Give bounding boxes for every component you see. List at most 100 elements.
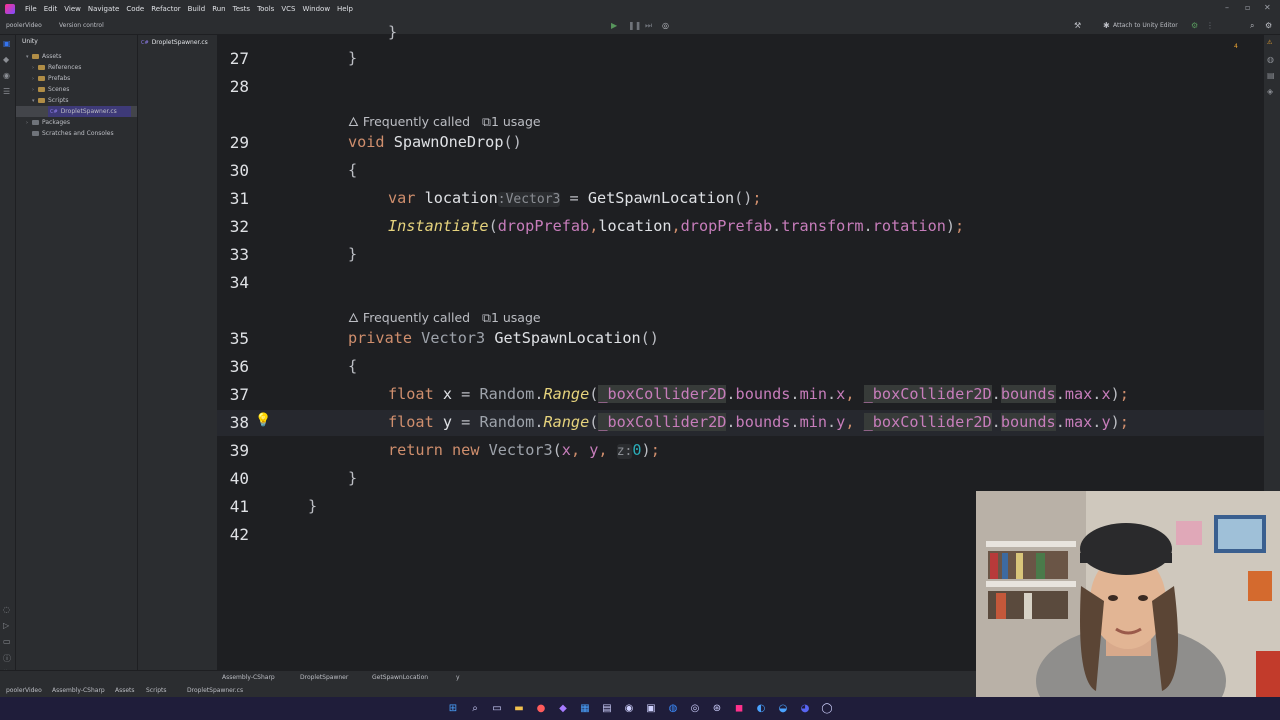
tree-item-scenes[interactable]: › Scenes: [16, 84, 137, 95]
menu-tools[interactable]: Tools: [257, 5, 274, 13]
warning-icon[interactable]: ⚠: [1267, 39, 1272, 46]
terminal-icon[interactable]: ▣: [645, 703, 657, 715]
menu-vcs[interactable]: VCS: [281, 5, 295, 13]
breadcrumb-method[interactable]: GetSpawnLocation: [372, 674, 428, 681]
attach-unity-button[interactable]: Attach to Unity Editor: [1113, 22, 1178, 29]
code-line-37: float x = Random.Range(_boxCollider2D.bo…: [388, 385, 1129, 403]
structure-tool-icon[interactable]: ☰: [3, 87, 10, 96]
unity-icon[interactable]: ◎: [662, 21, 669, 30]
tree-item-references[interactable]: › References: [16, 62, 137, 73]
folder-icon: [38, 65, 45, 70]
tree-item-packages[interactable]: › Packages: [16, 117, 137, 128]
path-file[interactable]: DropletSpawner.cs: [187, 687, 243, 694]
tree-item-prefabs[interactable]: › Prefabs: [16, 73, 137, 84]
project-panel: Unity ▾ Assets › References › Prefabs › Scen…: [16, 35, 137, 685]
services-tool-icon[interactable]: ◌: [3, 605, 10, 614]
rider-icon[interactable]: ◼: [733, 703, 745, 715]
flame-icon: 🜂: [348, 310, 359, 325]
discord-icon[interactable]: ◕: [799, 703, 811, 715]
menu-navigate[interactable]: Navigate: [88, 5, 119, 13]
path-scripts[interactable]: Scripts: [146, 687, 167, 694]
menu-help[interactable]: Help: [337, 5, 353, 13]
inlay-hint-35[interactable]: 🜂 Frequently called ⧉1 usage: [348, 304, 541, 330]
database-icon[interactable]: ▤: [1267, 71, 1275, 80]
hammer-icon[interactable]: ⚒: [1074, 21, 1081, 30]
flame-icon: 🜂: [348, 114, 359, 129]
project-panel-title[interactable]: Unity: [16, 35, 137, 49]
tab-dropletspawner[interactable]: C# DropletSpawner.cs: [141, 37, 208, 48]
debug-icon[interactable]: ✱: [1103, 21, 1110, 30]
search-icon[interactable]: ⌕: [1250, 21, 1254, 31]
obs-icon[interactable]: ◉: [623, 703, 635, 715]
tree-item-assets[interactable]: ▾ Assets: [16, 51, 137, 62]
warning-count[interactable]: 4: [1234, 43, 1238, 50]
project-tool-icon[interactable]: ▣: [3, 39, 11, 48]
line-number: 42: [229, 525, 249, 544]
line-number: 28: [229, 77, 249, 96]
tree-item-scratches[interactable]: Scratches and Consoles: [16, 128, 137, 139]
ai-assistant-icon[interactable]: ◈: [1267, 87, 1273, 96]
bug-icon[interactable]: ⚙: [1191, 21, 1198, 30]
more-icon[interactable]: ⋮: [1206, 21, 1214, 30]
notifications-icon[interactable]: ◍: [1267, 55, 1274, 64]
run-icon[interactable]: ▶: [611, 21, 617, 30]
tree-item-scripts[interactable]: ▾ Scripts: [16, 95, 137, 106]
line-number: 32: [229, 217, 249, 236]
tree-item-dropletspawner[interactable]: C# DropletSpawner.cs: [16, 106, 137, 117]
unity-explorer-icon[interactable]: ◉: [3, 71, 10, 80]
line-number: 39: [229, 441, 249, 460]
pause-icon[interactable]: ❚❚: [628, 21, 641, 30]
notepad-icon[interactable]: ▤: [601, 703, 613, 715]
windows-start-icon[interactable]: ⊞: [447, 703, 459, 715]
browser-icon[interactable]: ●: [535, 703, 547, 715]
unity-hub-icon[interactable]: ◎: [689, 703, 701, 715]
edge-icon[interactable]: ◐: [755, 703, 767, 715]
step-icon[interactable]: ⏭: [645, 21, 652, 31]
restore-icon[interactable]: ▫: [1245, 3, 1250, 12]
breadcrumb-variable[interactable]: y: [456, 674, 460, 681]
menu-code[interactable]: Code: [126, 5, 144, 13]
visual-studio-icon[interactable]: ◆: [557, 703, 569, 715]
settings-icon[interactable]: ⚙: [1265, 21, 1272, 30]
menu-window[interactable]: Window: [302, 5, 330, 13]
line-number: 35: [229, 329, 249, 348]
problems-tool-icon[interactable]: ⓘ: [3, 653, 11, 664]
menu-refactor[interactable]: Refactor: [151, 5, 180, 13]
path-project[interactable]: poolerVideo: [6, 687, 42, 694]
terminal-tool-icon[interactable]: ▭: [3, 637, 11, 646]
project-switcher[interactable]: poolerVideo: [6, 22, 42, 29]
steam-icon[interactable]: ⊛: [711, 703, 723, 715]
code-line-31: var location:Vector3 = GetSpawnLocation(…: [388, 189, 762, 207]
code-line-33: }: [348, 245, 358, 263]
menu-tests[interactable]: Tests: [233, 5, 250, 13]
breadcrumb-class[interactable]: DropletSpawner: [300, 674, 348, 681]
commit-tool-icon[interactable]: ◆: [3, 55, 9, 64]
path-assets[interactable]: Assets: [115, 687, 135, 694]
minimize-icon[interactable]: –: [1225, 3, 1229, 12]
run-tool-icon[interactable]: ▷: [3, 621, 9, 630]
line-number: 36: [229, 357, 249, 376]
menu-view[interactable]: View: [64, 5, 81, 13]
lightbulb-icon[interactable]: 💡: [255, 413, 271, 428]
rider-logo-icon[interactable]: [5, 3, 15, 14]
calendar-icon[interactable]: ▦: [579, 703, 591, 715]
close-icon[interactable]: ✕: [1264, 3, 1271, 12]
paint-icon[interactable]: ◒: [777, 703, 789, 715]
path-assembly[interactable]: Assembly-CSharp: [52, 687, 105, 694]
vcs-menu[interactable]: Version control: [59, 22, 104, 29]
chrome-icon[interactable]: ◯: [821, 703, 833, 715]
line-number: 34: [229, 273, 249, 292]
code-line-40: }: [348, 469, 358, 487]
menu-edit[interactable]: Edit: [44, 5, 58, 13]
zoom-icon[interactable]: ◍: [667, 703, 679, 715]
webcam-overlay: [976, 491, 1280, 697]
line-number: 29: [229, 133, 249, 152]
file-explorer-icon[interactable]: ▬: [513, 703, 525, 715]
task-view-icon[interactable]: ▭: [491, 703, 503, 715]
menu-file[interactable]: File: [25, 5, 37, 13]
inlay-hint-29[interactable]: 🜂 Frequently called ⧉1 usage: [348, 108, 541, 134]
menu-build[interactable]: Build: [188, 5, 206, 13]
breadcrumb-assembly[interactable]: Assembly-CSharp: [222, 674, 275, 681]
search-icon[interactable]: ⌕: [469, 703, 481, 715]
menu-run[interactable]: Run: [212, 5, 225, 13]
